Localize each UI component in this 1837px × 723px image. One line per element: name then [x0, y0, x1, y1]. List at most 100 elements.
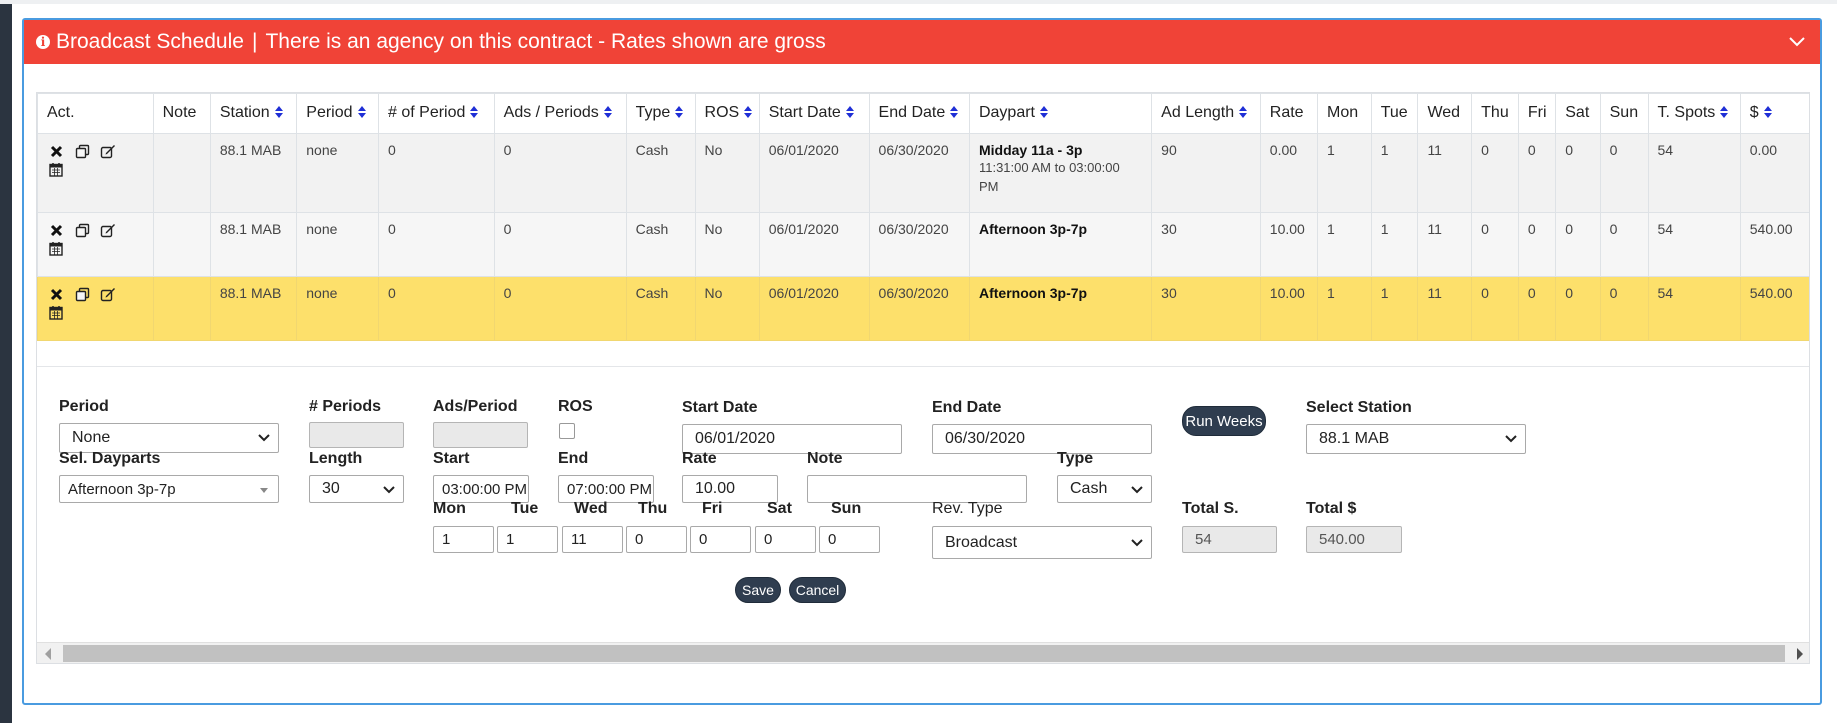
cell-sun: 0	[1599, 276, 1649, 341]
scroll-right-arrow-icon[interactable]	[1797, 648, 1803, 660]
close-icon[interactable]	[47, 285, 65, 303]
rate-input[interactable]: 10.00	[682, 475, 778, 503]
cancel-button[interactable]: Cancel	[789, 577, 846, 603]
calendar-icon[interactable]	[47, 303, 65, 321]
end-time-input[interactable]: 07:00:00 PM	[558, 475, 654, 503]
close-icon[interactable]	[47, 221, 65, 239]
dayparts-select[interactable]: Afternoon 3p-7p	[59, 475, 279, 503]
sort-icon[interactable]	[845, 105, 855, 119]
sort-icon[interactable]	[469, 105, 479, 119]
cell-mon: 1	[1317, 133, 1372, 213]
note-input[interactable]	[807, 475, 1027, 503]
column-header-daypart[interactable]: Daypart	[968, 93, 1153, 134]
scroll-left-arrow-icon[interactable]	[45, 648, 51, 660]
calendar-icon[interactable]	[47, 239, 65, 257]
periods-input[interactable]	[309, 422, 404, 448]
table-row-selected[interactable]: 88.1 MAB none 0 0 Cash No 06/01/2020 06/30/2020…	[37, 276, 1809, 341]
cell-sun: 0	[1599, 133, 1649, 213]
cell-start: 06/01/2020	[758, 276, 870, 341]
cell-ros: No	[694, 276, 760, 341]
save-button[interactable]: Save	[735, 577, 781, 603]
edit-icon[interactable]	[99, 142, 117, 160]
day-input-mon[interactable]: 1	[433, 526, 494, 553]
sort-icon[interactable]	[1763, 105, 1773, 119]
type-label: Type	[1057, 450, 1094, 467]
column-header-label: Ads / Periods	[503, 103, 599, 121]
day-input-wed[interactable]: 11	[562, 526, 623, 553]
sort-icon[interactable]	[1039, 105, 1049, 119]
ros-checkbox[interactable]	[559, 423, 575, 439]
ads-period-input[interactable]	[433, 422, 528, 448]
schedule-container: Act. Note Station Period # of Period Ads / Pe…	[36, 92, 1810, 664]
table-row[interactable]: 88.1 MAB none 0 0 Cash No 06/01/2020 06/30/2020…	[37, 133, 1809, 213]
dayparts-select-value: Afternoon 3p-7p	[68, 480, 176, 498]
sort-icon[interactable]	[1719, 105, 1729, 119]
horizontal-scrollbar[interactable]	[37, 642, 1809, 663]
total-amount-label: Total $	[1306, 500, 1357, 517]
column-header-label: T. Spots	[1657, 103, 1716, 121]
schedule-table: Act. Note Station Period # of Period Ads / Pe…	[37, 93, 1809, 341]
rev-type-select[interactable]: Broadcast	[932, 526, 1152, 559]
type-select[interactable]: Cash	[1057, 475, 1152, 503]
sort-icon[interactable]	[274, 105, 284, 119]
period-select[interactable]: None	[59, 423, 279, 453]
station-select[interactable]: 88.1 MAB	[1306, 424, 1526, 454]
start-time-label: Start	[433, 450, 470, 467]
day-label-tue: Tue	[511, 500, 539, 517]
column-header-ads-periods[interactable]: Ads / Periods	[493, 93, 627, 134]
column-header-ros[interactable]: ROS	[694, 93, 760, 134]
column-header-label: Wed	[1427, 103, 1461, 121]
cell-fri: 0	[1517, 212, 1557, 277]
column-header-ad-length[interactable]: Ad Length	[1151, 93, 1261, 134]
cell-station: 88.1 MAB	[209, 133, 298, 213]
sort-icon[interactable]	[743, 105, 753, 119]
day-input-sat[interactable]: 0	[755, 526, 816, 553]
end-date-input[interactable]: 06/30/2020	[932, 424, 1152, 454]
column-header-wed: Wed	[1417, 93, 1473, 134]
cell-fri: 0	[1517, 276, 1557, 341]
calendar-icon[interactable]	[47, 160, 65, 178]
day-input-fri[interactable]: 0	[690, 526, 751, 553]
cell-rate: 10.00	[1259, 212, 1319, 277]
cell-tue: 1	[1370, 212, 1419, 277]
cell-spots: 54	[1647, 212, 1741, 277]
column-header-period[interactable]: Period	[296, 93, 380, 134]
copy-icon[interactable]	[73, 285, 91, 303]
start-time-input[interactable]: 03:00:00 PM	[433, 475, 529, 503]
close-icon[interactable]	[47, 142, 65, 160]
panel-header[interactable]: i Broadcast Schedule | There is an agenc…	[24, 20, 1820, 64]
sort-icon[interactable]	[357, 105, 367, 119]
sort-icon[interactable]	[1238, 105, 1248, 119]
column-header-label: Act.	[47, 103, 75, 121]
column-header-t-spots[interactable]: T. Spots	[1647, 93, 1741, 134]
sort-icon[interactable]	[674, 105, 684, 119]
chevron-down-icon	[1131, 486, 1143, 494]
edit-icon[interactable]	[99, 221, 117, 239]
column-header-station[interactable]: Station	[209, 93, 298, 134]
total-amount-input: 540.00	[1306, 526, 1402, 553]
chevron-down-icon[interactable]	[1788, 32, 1806, 50]
copy-icon[interactable]	[73, 142, 91, 160]
edit-icon[interactable]	[99, 285, 117, 303]
day-input-thu[interactable]: 0	[626, 526, 687, 553]
run-weeks-button[interactable]: Run Weeks	[1182, 406, 1266, 436]
day-input-tue[interactable]: 1	[497, 526, 558, 553]
copy-icon[interactable]	[73, 221, 91, 239]
table-row[interactable]: 88.1 MAB none 0 0 Cash No 06/01/2020 06/30/2020…	[37, 212, 1809, 277]
column-header-end-date[interactable]: End Date	[868, 93, 970, 134]
dayparts-label: Sel. Dayparts	[59, 450, 161, 467]
day-label-sun: Sun	[831, 500, 862, 517]
column-header-start-date[interactable]: Start Date	[758, 93, 870, 134]
length-select[interactable]: 30	[309, 475, 404, 503]
length-select-value: 30	[322, 480, 340, 497]
sort-icon[interactable]	[949, 105, 959, 119]
scrollbar-thumb[interactable]	[63, 645, 1785, 662]
column-header-amount[interactable]: $	[1739, 93, 1809, 134]
schedule-edit-form: Period None # Periods Ads/Period ROS Sta…	[37, 366, 1809, 641]
day-input-sun[interactable]: 0	[819, 526, 880, 553]
column-header-num-period[interactable]: # of Period	[378, 93, 495, 134]
column-header-type[interactable]: Type	[625, 93, 696, 134]
cell-ros: No	[694, 212, 760, 277]
column-header-label: Start Date	[768, 103, 841, 121]
sort-icon[interactable]	[603, 105, 613, 119]
